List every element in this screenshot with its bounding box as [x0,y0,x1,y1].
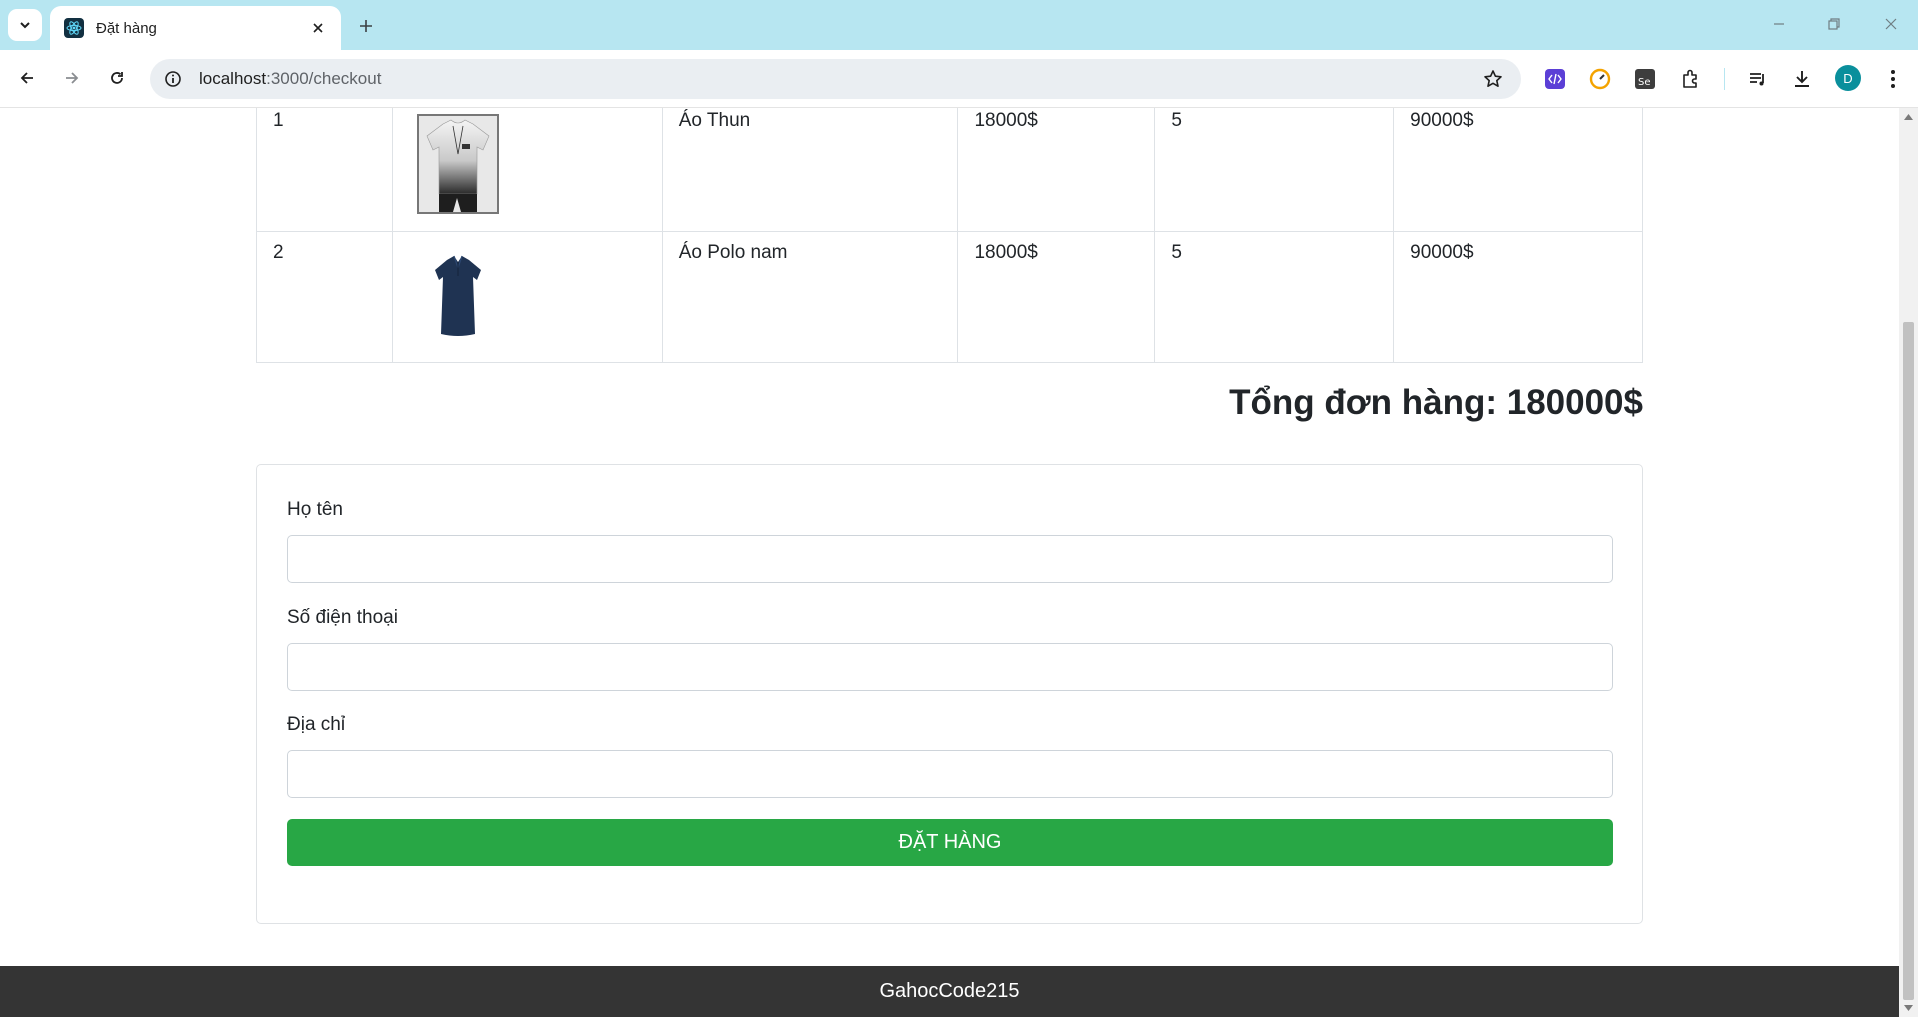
minimize-icon[interactable] [1756,9,1802,39]
table-row: 1 Áo Thun 18000$ 5 90000$ [256,108,1643,232]
url-host: localhost [199,69,267,88]
product-line-total: 90000$ [1393,108,1643,232]
active-tab[interactable]: Đặt hàng [50,6,341,50]
scroll-down-arrow-icon[interactable] [1903,1003,1914,1013]
speed-extension-icon[interactable] [1587,66,1613,92]
back-button[interactable] [10,61,44,95]
react-favicon-icon [64,18,84,38]
reload-button[interactable] [100,61,134,95]
forward-button[interactable] [55,61,89,95]
white-tshirt-image [416,114,499,214]
order-grand-total: Tổng đơn hàng: 180000$ [1229,383,1643,422]
product-name: Áo Polo nam [661,230,959,363]
phone-label: Số điện thoại [287,607,398,628]
footer-text: GahocCode215 [879,980,1020,1002]
tab-title: Đặt hàng [96,19,157,37]
address-bar[interactable]: localhost:3000/checkout [150,59,1521,99]
table-row: 2 Áo Polo nam 18000$ 5 90000$ [256,230,1643,363]
back-arrow-icon [20,72,33,84]
bookmark-star-icon[interactable] [1473,59,1513,99]
devtools-extension-icon[interactable] [1542,66,1568,92]
row-index: 2 [256,230,393,363]
selenium-extension-icon[interactable]: Se [1632,66,1658,92]
more-vert-icon[interactable] [1880,66,1906,92]
product-line-total: 90000$ [1393,230,1643,363]
forward-arrow-icon [66,72,79,84]
browser-tab-bar: Đặt hàng [0,0,1918,50]
tab-search-button[interactable] [8,9,42,41]
address-label: Địa chỉ [287,714,346,735]
new-tab-plus-icon[interactable] [352,12,380,40]
url-path: :3000/checkout [266,69,382,88]
site-info-icon[interactable] [153,59,193,99]
page-viewport: 1 Áo Thun 18000$ 5 90000$ 2 Áo Polo nam … [0,108,1899,1017]
page-footer: GahocCode215 [0,966,1899,1017]
chevron-down-icon [20,22,30,29]
phone-input[interactable] [287,643,1613,691]
scrollbar-thumb[interactable] [1903,322,1914,1000]
window-close-icon[interactable] [1868,9,1914,39]
reload-icon [111,72,123,84]
navy-polo-image [434,255,481,336]
download-icon[interactable] [1789,66,1815,92]
restore-icon[interactable] [1811,9,1857,39]
page-scrollbar[interactable] [1899,108,1918,1017]
product-image-cell [391,230,663,363]
url-text[interactable]: localhost:3000/checkout [199,69,1473,89]
checkout-form: Họ tên Số điện thoại Địa chỉ ĐẶT HÀNG [256,464,1643,924]
puzzle-extensions-icon[interactable] [1678,66,1704,92]
product-name: Áo Thun [661,108,959,232]
product-quantity: 5 [1154,230,1395,363]
media-control-icon[interactable] [1745,66,1771,92]
close-tab-icon[interactable] [307,17,329,39]
product-price: 18000$ [957,108,1156,232]
name-input[interactable] [287,535,1613,583]
place-order-button[interactable]: ĐẶT HÀNG [287,819,1613,866]
address-input[interactable] [287,750,1613,798]
order-table: 1 Áo Thun 18000$ 5 90000$ 2 Áo Polo nam … [256,108,1643,363]
product-quantity: 5 [1154,108,1395,232]
svg-text:Se: Se [1638,77,1651,88]
name-label: Họ tên [287,499,343,520]
toolbar-separator [1724,68,1725,90]
product-price: 18000$ [957,230,1156,363]
profile-avatar[interactable]: D [1835,65,1861,91]
scroll-up-arrow-icon[interactable] [1903,112,1914,122]
row-index: 1 [256,108,393,232]
browser-toolbar: localhost:3000/checkout Se D [0,50,1918,108]
product-image-cell [391,108,663,232]
